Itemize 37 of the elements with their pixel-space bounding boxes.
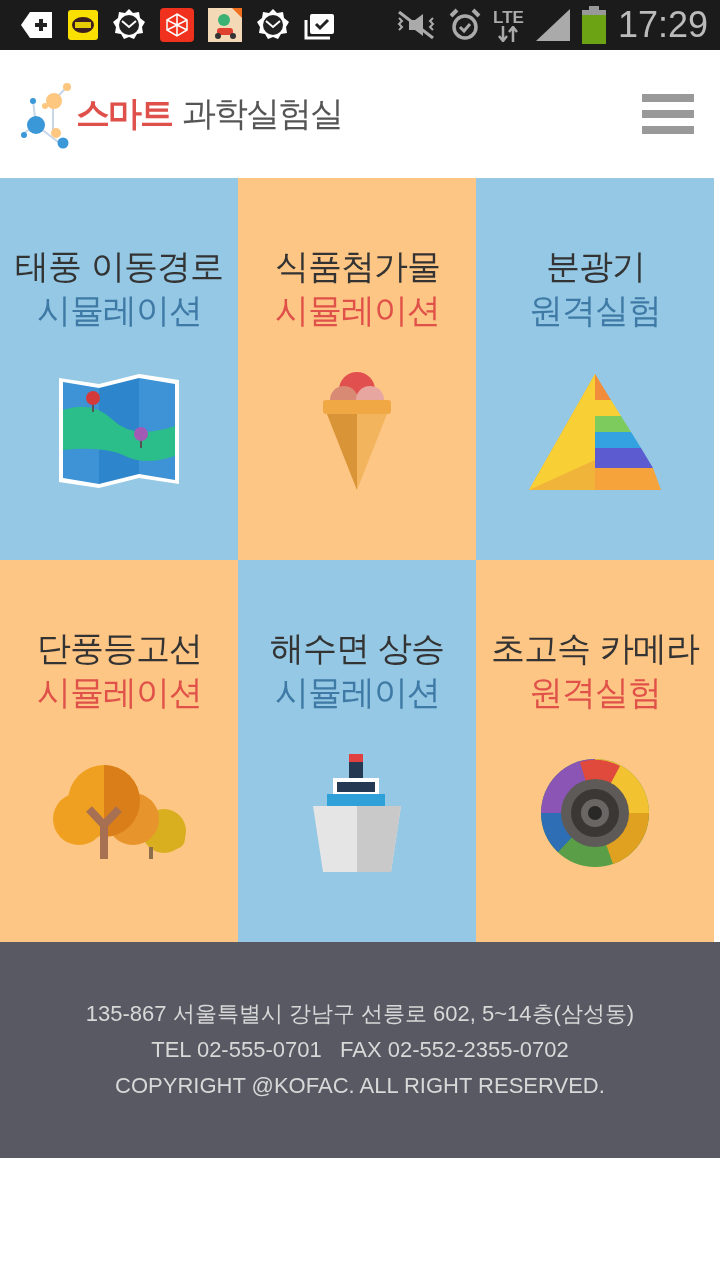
tile-subtitle: 시뮬레이션 xyxy=(274,289,440,332)
menu-tile[interactable]: 초고속 카메라 원격실험 xyxy=(476,560,714,942)
tile-title: 단풍등고선 xyxy=(36,627,202,670)
footer-text: 135-867 서울특별시 강남구 선릉로 602, 5~14층(삼성동) xyxy=(85,1000,635,1028)
footer-text: TEL 02-555-0701 FAX 02-552-2355-0702 xyxy=(151,1036,569,1064)
menu-icon[interactable] xyxy=(642,94,694,134)
battery-icon xyxy=(581,6,606,44)
menu-tile[interactable]: 단풍등고선 시뮬레이션 xyxy=(0,560,238,942)
prism-icon xyxy=(527,372,663,490)
tile-subtitle: 원격실험 xyxy=(529,289,661,332)
alarm-clock-icon xyxy=(449,8,482,42)
signal-icon xyxy=(535,9,570,41)
grid-app-icon xyxy=(160,8,194,42)
footer-text: COPYRIGHT @KOFAC. ALL RIGHT RESERVED. xyxy=(115,1072,605,1100)
tile-title: 분광기 xyxy=(545,245,645,288)
tile-subtitle: 원격실험 xyxy=(529,671,661,714)
tile-subtitle: 시뮬레이션 xyxy=(274,671,440,714)
network-type-label: LTE xyxy=(493,8,524,26)
tile-title: 태풍 이동경로 xyxy=(15,245,223,288)
tile-title: 초고속 카메라 xyxy=(491,627,699,670)
ice-cream-cone-icon xyxy=(322,370,392,492)
camera-lens-icon xyxy=(540,758,650,868)
tile-subtitle: 시뮬레이션 xyxy=(36,671,202,714)
game-app-icon xyxy=(208,8,242,42)
logo-text: 스마트 xyxy=(76,92,172,135)
tile-subtitle: 시뮬레이션 xyxy=(36,289,202,332)
menu-tile[interactable]: 해수면 상승 시뮬레이션 xyxy=(238,560,476,942)
menu-tile[interactable]: 식품첨가물 시뮬레이션 xyxy=(238,178,476,560)
data-arrows-icon xyxy=(498,25,519,42)
plus-tag-icon xyxy=(20,10,54,40)
clock-time: 17:29 xyxy=(617,4,708,46)
tile-title: 해수면 상승 xyxy=(269,627,445,670)
logo-title: 과학실험실 xyxy=(182,92,342,135)
menu-tile[interactable]: 분광기 원격실험 xyxy=(476,178,714,560)
tile-title: 식품첨가물 xyxy=(274,245,440,288)
menu-tile[interactable]: 태풍 이동경로 시뮬레이션 xyxy=(0,178,238,560)
ship-icon xyxy=(311,752,403,874)
